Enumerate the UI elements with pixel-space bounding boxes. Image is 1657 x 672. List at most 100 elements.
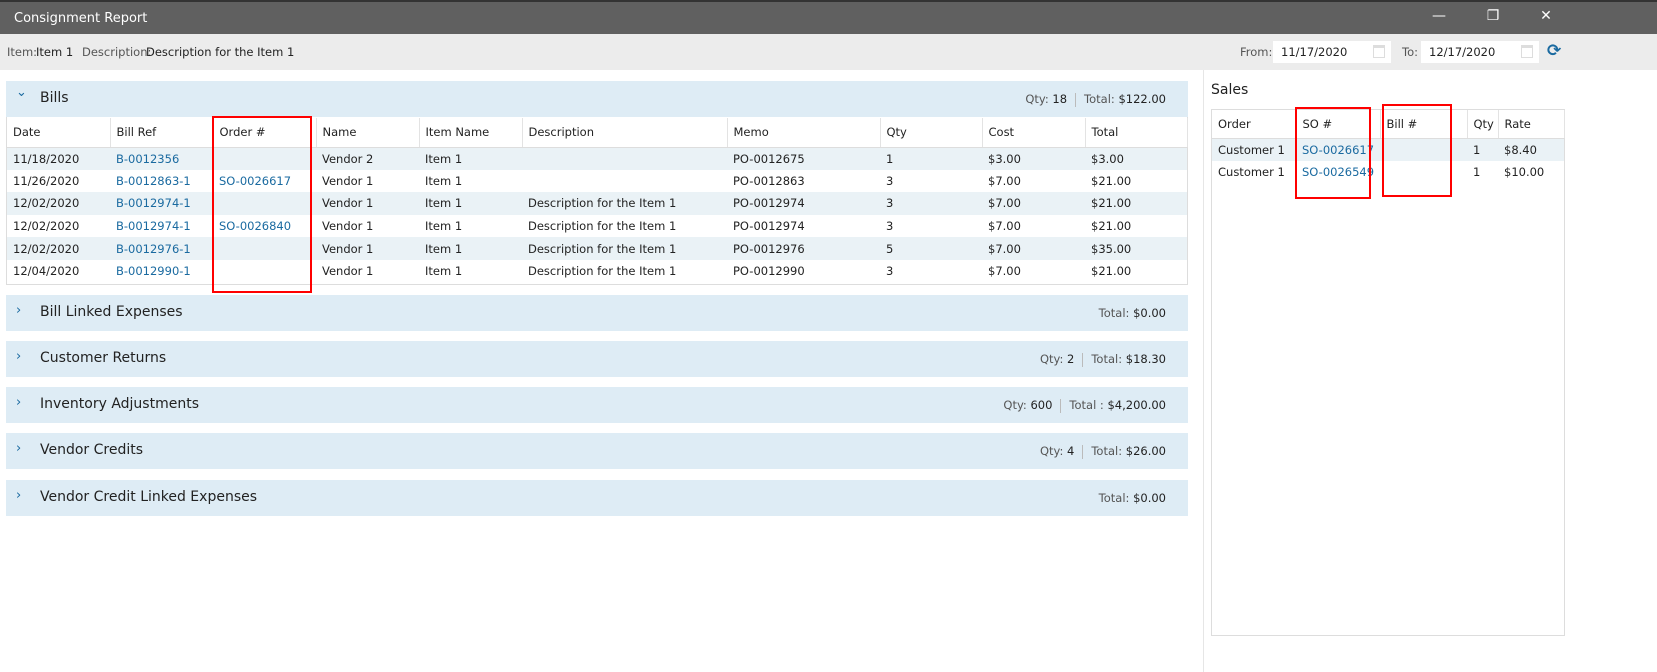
table-cell: 1 <box>1467 138 1498 161</box>
total-value: $18.30 <box>1125 352 1166 366</box>
section-title: Vendor Credit Linked Expenses <box>40 489 258 505</box>
table-row[interactable]: 11/18/2020 B-0012356 Vendor 2 Item 1 PO-0012… <box>7 147 1187 170</box>
table-cell: 12/02/2020 <box>7 237 110 260</box>
section-title: Customer Returns <box>40 350 167 366</box>
table-cell: Customer 1 <box>1212 138 1296 161</box>
table-row[interactable]: 12/02/2020 B-0012974-1 Vendor 1 Item 1 Descr… <box>7 192 1187 215</box>
column-header[interactable]: Date <box>7 118 111 148</box>
table-cell: Item 1 <box>419 147 522 170</box>
column-header[interactable]: Name <box>316 118 420 148</box>
table-cell: Vendor 1 <box>322 219 374 234</box>
table-cell[interactable]: B-0012356 <box>110 147 213 170</box>
chevron-right-icon[interactable]: › <box>16 441 21 456</box>
table-cell: $3.00 <box>1085 147 1187 170</box>
table-row[interactable]: 12/02/2020 B-0012976-1 Vendor 1 Item 1 Descr… <box>7 237 1187 260</box>
table-cell: $7.00 <box>988 173 1021 188</box>
table-cell: $21.00 <box>1091 264 1132 279</box>
table-row[interactable]: 11/26/2020 B-0012863-1 SO-0026617 Vendor 1I… <box>7 170 1187 193</box>
description-label: Description: <box>82 45 152 59</box>
column-header[interactable]: Bill Ref <box>110 118 214 148</box>
table-cell: PO-0012863 <box>733 173 805 188</box>
table-cell: Customer 1 <box>1218 164 1285 179</box>
column-header[interactable]: Rate <box>1498 110 1565 139</box>
refresh-icon[interactable]: ⟳ <box>1547 41 1561 61</box>
column-header[interactable]: Cost <box>982 118 1086 148</box>
highlight-bill-column <box>1382 104 1452 197</box>
to-date-field[interactable]: 12/17/2020 <box>1421 41 1539 63</box>
section-header[interactable]: › Vendor Credits Qty: 4 Total: $26.00 <box>6 433 1188 469</box>
chevron-right-icon[interactable]: › <box>16 488 21 503</box>
table-cell: 1 <box>880 147 982 170</box>
section-header[interactable]: › Inventory Adjustments Qty: 600 Total : $4… <box>6 387 1188 423</box>
table-cell: Vendor 1 <box>316 192 419 215</box>
table-cell: 3 <box>886 219 894 234</box>
table-cell: Description for the Item 1 <box>528 219 677 234</box>
table-cell: PO-0012990 <box>733 264 805 279</box>
highlight-order-column <box>212 116 312 293</box>
toolbar: Item: Item 1 Description: Description fo… <box>0 34 1657 70</box>
table-cell[interactable]: B-0012990-1 <box>110 260 213 283</box>
table-cell: Vendor 1 <box>316 237 419 260</box>
table-cell[interactable]: B-0012974-1 <box>110 192 213 215</box>
section-title: Inventory Adjustments <box>40 396 199 412</box>
table-cell: $7.00 <box>982 237 1085 260</box>
column-header[interactable]: Qty <box>1467 110 1499 139</box>
chevron-down-icon[interactable]: ⌄ <box>16 85 27 100</box>
column-header[interactable]: Qty <box>880 118 983 148</box>
table-cell: 11/26/2020 <box>13 173 80 188</box>
section-header[interactable]: › Bill Linked Expenses Total: $0.00 <box>6 295 1188 331</box>
table-row[interactable]: 12/04/2020 B-0012990-1 Vendor 1 Item 1 Descr… <box>7 260 1187 283</box>
table-cell: $10.00 <box>1504 164 1545 179</box>
table-cell[interactable]: B-0012976-1 <box>110 237 213 260</box>
minimize-button[interactable]: — <box>1424 8 1454 30</box>
chevron-right-icon[interactable]: › <box>16 395 21 410</box>
section-title: Bills <box>40 90 69 106</box>
column-header[interactable]: Order <box>1212 110 1297 139</box>
table-cell: 3 <box>880 192 982 215</box>
table-cell: 5 <box>880 237 982 260</box>
table-cell: PO-0012974 <box>727 192 880 215</box>
total-value: $26.00 <box>1125 444 1166 458</box>
section-header[interactable]: › Customer Returns Qty: 2 Total: $18.30 <box>6 341 1188 377</box>
total-label: Total: <box>1091 352 1123 366</box>
calendar-icon[interactable] <box>1373 45 1385 58</box>
qty-label: Qty: <box>1003 398 1027 412</box>
chevron-right-icon[interactable]: › <box>16 349 21 364</box>
table-cell: PO-0012976 <box>727 237 880 260</box>
to-label: To: <box>1402 45 1418 59</box>
item-value: Item 1 <box>36 45 74 59</box>
table-cell[interactable]: B-0012863-1 <box>110 170 213 193</box>
qty-value: 4 <box>1067 444 1075 458</box>
table-cell: Item 1 <box>425 173 463 188</box>
table-cell: 12/04/2020 <box>13 264 80 279</box>
section-header[interactable]: › Vendor Credit Linked Expenses Total: $0.… <box>6 480 1188 516</box>
column-header[interactable]: Description <box>522 118 728 148</box>
table-cell: $35.00 <box>1085 237 1187 260</box>
total-value: $122.00 <box>1118 92 1166 106</box>
sales-title: Sales <box>1211 82 1249 98</box>
bills-table: Date Bill Ref Order # Name Item Name Descript… <box>7 118 1188 283</box>
from-date-field[interactable]: 11/17/2020 <box>1273 41 1391 63</box>
table-cell: Item 1 <box>419 192 522 215</box>
calendar-icon[interactable] <box>1521 45 1533 58</box>
from-label: From: <box>1240 45 1273 59</box>
table-cell: 12/02/2020 <box>7 192 110 215</box>
panel-divider <box>1203 70 1204 672</box>
bills-section-header[interactable]: ⌄ Bills Qty: 18 Total: $122.00 <box>6 81 1188 117</box>
column-header[interactable]: Item Name <box>419 118 523 148</box>
table-cell: Description for the Item 1 <box>522 237 727 260</box>
close-button[interactable]: ✕ <box>1531 8 1561 30</box>
table-cell: PO-0012675 <box>727 147 880 170</box>
column-header[interactable]: Total <box>1085 118 1188 148</box>
section-title: Vendor Credits <box>40 442 144 458</box>
table-cell: $8.40 <box>1498 138 1564 161</box>
item-label: Item: <box>7 45 38 59</box>
column-header[interactable]: Memo <box>727 118 881 148</box>
section-title: Bill Linked Expenses <box>40 304 183 320</box>
table-cell[interactable]: B-0012974-1 <box>110 215 213 238</box>
restore-button[interactable]: ❐ <box>1478 8 1508 30</box>
table-row[interactable]: 12/02/2020 B-0012974-1 SO-0026840 Vendor 1I… <box>7 215 1187 238</box>
from-date-value: 11/17/2020 <box>1281 45 1348 59</box>
total-value: $0.00 <box>1133 491 1166 505</box>
chevron-right-icon[interactable]: › <box>16 303 21 318</box>
